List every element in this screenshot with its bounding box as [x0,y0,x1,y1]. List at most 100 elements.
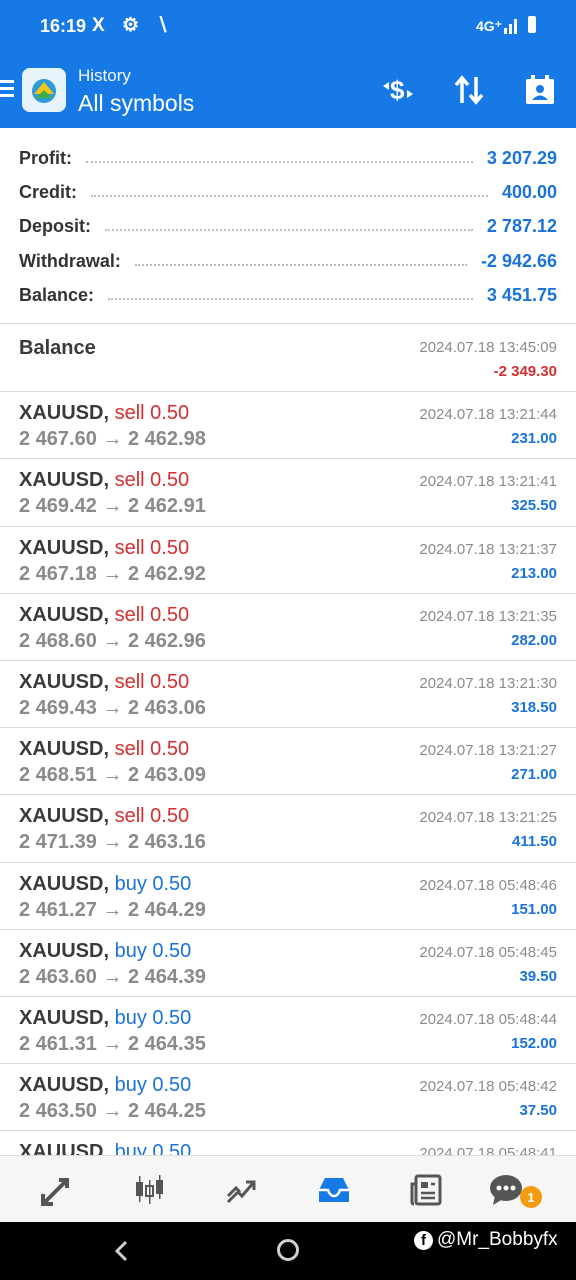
deal-symbol: XAUUSD, sell 0.50 [19,604,189,627]
summary-label: Withdrawal: [19,250,121,271]
deal-row[interactable]: XAUUSD, buy 0.50 2 463.50 → 2 464.25 2024.… [0,1064,576,1132]
deal-profit: 231.00 [511,430,557,448]
balance-operation-row[interactable]: Balance 2024.07.18 13:45:09 -2 349.30 [0,325,576,393]
chat-notification-badge: 1 [520,1186,542,1208]
deal-symbol-text: XAUUSD, [19,805,110,828]
tab-trade[interactable] [222,1170,262,1210]
battery-icon [528,16,536,33]
deal-symbol-text: XAUUSD, [19,670,110,693]
deal-symbol: XAUUSD, sell 0.50 [19,402,189,425]
deal-row[interactable]: XAUUSD, sell 0.50 2 468.51 → 2 463.09 2024… [0,728,576,796]
balance-label: Balance [19,337,96,359]
tab-history[interactable] [314,1170,354,1210]
app-bar-subtitle: History [78,66,131,85]
deal-row[interactable]: XAUUSD, buy 0.50 2 463.60 → 2 464.39 2024.… [0,930,576,997]
summary-row-profit: Profit: 3 207.29 [19,141,557,175]
news-icon [410,1174,442,1206]
deal-row[interactable]: XAUUSD, buy 0.50 2024.07.18 05:48:41 [0,1131,576,1155]
deal-time: 2024.07.18 13:21:44 [419,406,557,424]
deal-symbol: XAUUSD, sell 0.50 [19,537,189,560]
deal-prices: 2 471.39 → 2 463.16 [19,831,206,854]
chart-candles-icon [136,1175,163,1204]
deal-profit: 39.50 [519,967,557,985]
deals-list[interactable]: Balance 2024.07.18 13:45:09 -2 349.30 XA… [0,325,576,1155]
watermark: f @Mr_Bobbyfx [414,1229,558,1251]
deal-symbol-text: XAUUSD, [19,469,110,492]
deal-symbol-text: XAUUSD, [19,536,110,559]
deal-row[interactable]: XAUUSD, sell 0.50 2 468.60 → 2 462.96 2024… [0,594,576,661]
calendar-period-button[interactable] [520,70,560,110]
deal-profit: 213.00 [511,564,557,582]
deal-symbol: XAUUSD, buy 0.50 [19,1007,191,1030]
summary-value: 400.00 [501,181,557,202]
deal-symbol-text: XAUUSD, [19,939,110,962]
back-icon[interactable] [112,1240,132,1262]
deal-symbol-text: XAUUSD, [19,1006,110,1029]
summary-label: Deposit: [19,215,91,236]
deal-side: buy 0.50 [114,1006,192,1029]
deal-time: 2024.07.18 13:45:09 [419,339,557,356]
deal-time: 2024.07.18 05:48:45 [419,943,557,961]
bottom-tab-bar: 1 [0,1155,576,1222]
menu-icon[interactable] [0,80,14,98]
account-summary: Profit: 3 207.29 Credit: 400.00 Deposit:… [0,128,576,324]
summary-value: 2 787.12 [486,215,557,236]
summary-row-credit: Credit: 400.00 [19,175,557,209]
summary-row-deposit: Deposit: 2 787.12 [19,209,557,243]
deal-profit: 151.00 [511,900,557,918]
summary-value: -2 942.66 [480,250,557,271]
deal-time: 2024.07.18 13:21:30 [419,674,557,692]
home-icon[interactable] [277,1239,299,1261]
watermark-text: @Mr_Bobbyfx [437,1229,558,1250]
app-logo-icon [22,68,66,112]
deal-side: buy 0.50 [114,1074,192,1097]
deal-side: sell 0.50 [114,536,190,559]
deal-profit: 37.50 [519,1102,557,1120]
deal-time: 2024.07.18 13:21:25 [419,809,557,827]
tab-chart[interactable] [129,1170,169,1210]
summary-value: 3 207.29 [486,147,557,168]
sort-button[interactable] [449,70,489,110]
deal-prices: 2 469.43 → 2 463.06 [19,696,206,719]
summary-row-withdrawal: Withdrawal: -2 942.66 [19,244,557,278]
deal-time: 2024.07.18 05:48:46 [419,876,557,894]
deal-row[interactable]: XAUUSD, sell 0.50 2 469.43 → 2 463.06 2024… [0,661,576,729]
deal-prices: 2 463.50 → 2 464.25 [19,1100,206,1123]
deal-prices: 2 461.31 → 2 464.35 [19,1032,206,1055]
deal-side: buy 0.50 [114,872,192,895]
app-bar-title[interactable]: All symbols [78,90,194,117]
deal-row[interactable]: XAUUSD, buy 0.50 2 461.31 → 2 464.35 2024.… [0,997,576,1065]
deal-symbol: XAUUSD, sell 0.50 [19,738,189,761]
deal-row[interactable]: XAUUSD, sell 0.50 2 469.42 → 2 462.91 2024… [0,459,576,527]
deal-symbol-text: XAUUSD, [19,1141,110,1155]
deal-side: sell 0.50 [114,738,190,761]
deal-side: sell 0.50 [114,603,190,626]
deal-prices: 2 463.60 → 2 464.39 [19,965,206,988]
deal-side: buy 0.50 [114,1141,192,1155]
app-bar: History All symbols $ [0,52,576,128]
deal-row[interactable]: XAUUSD, sell 0.50 2 471.39 → 2 463.16 2024… [0,795,576,863]
deal-side: sell 0.50 [114,469,190,492]
status-time: 16:19 [40,16,87,36]
deal-row[interactable]: XAUUSD, buy 0.50 2 461.27 → 2 464.29 2024.… [0,863,576,930]
quotes-icon [41,1178,69,1206]
deal-prices: 2 468.51 → 2 463.09 [19,764,206,787]
tab-news[interactable] [406,1170,446,1210]
svg-text:$: $ [390,75,405,105]
sort-arrows-icon [454,75,484,105]
deal-row[interactable]: XAUUSD, sell 0.50 2 467.60 → 2 462.98 2024… [0,392,576,460]
deal-row[interactable]: XAUUSD, sell 0.50 2 467.18 → 2 462.92 2024… [0,527,576,594]
chat-icon [490,1175,522,1205]
deal-time: 2024.07.18 05:48:42 [419,1078,557,1096]
status-notification-icons: X ⚙ ∖ [92,15,175,36]
deal-profit: 271.00 [511,766,557,784]
tab-chat[interactable] [486,1170,526,1210]
deal-side: sell 0.50 [114,805,190,828]
deposit-withdraw-button[interactable]: $ [378,70,418,110]
deal-time: 2024.07.18 05:48:44 [419,1010,557,1028]
status-bar: 16:19 X ⚙ ∖ 4G⁺ [0,0,576,52]
deal-time: 2024.07.18 13:21:27 [419,742,557,760]
summary-label: Credit: [19,181,77,202]
deal-prices: 2 467.60 → 2 462.98 [19,428,206,451]
tab-quotes[interactable] [37,1170,77,1210]
